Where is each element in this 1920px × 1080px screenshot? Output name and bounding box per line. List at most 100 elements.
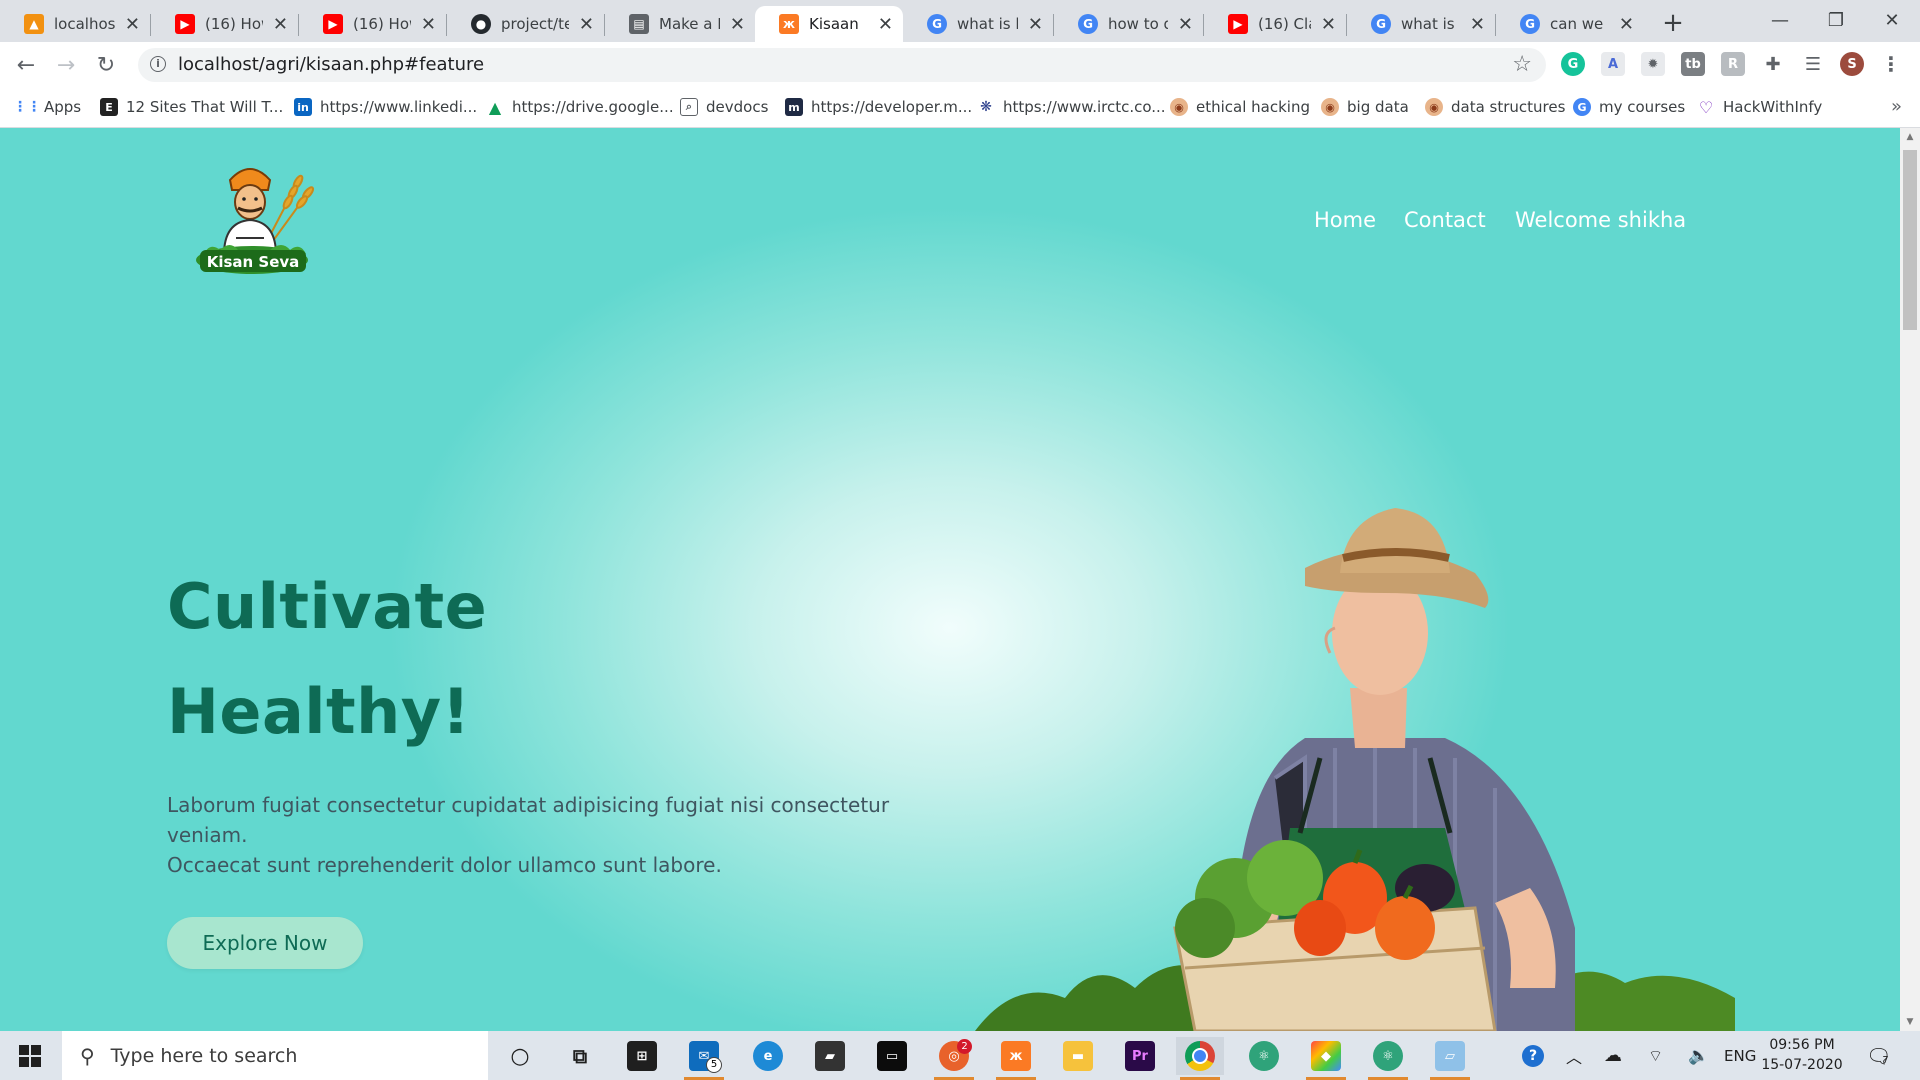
taskbar-mail[interactable]: ✉ 5	[680, 1037, 728, 1080]
bookmark-ethical-hacking[interactable]: ◉ ethical hacking	[1170, 88, 1310, 126]
close-icon[interactable]: ✕	[1470, 14, 1485, 35]
grammarly-icon[interactable]: G	[1561, 52, 1585, 76]
taskbar-xampp[interactable]: ж	[992, 1037, 1040, 1080]
bookmark-my-courses[interactable]: G my courses	[1573, 88, 1685, 126]
explore-now-button[interactable]: Explore Now	[167, 917, 363, 969]
bookmark-12-sites[interactable]: E 12 Sites That Will T...	[100, 88, 283, 126]
app-badge: 2	[957, 1039, 972, 1054]
close-icon[interactable]: ✕	[273, 14, 288, 35]
close-window-button[interactable]: ✕	[1864, 0, 1920, 40]
logo-text: Kisan Seva	[207, 253, 300, 271]
taskbar-atom-2[interactable]: ⚛	[1364, 1037, 1412, 1080]
tab-document[interactable]: ▤ Make a RE ✕	[605, 6, 755, 42]
taskbar-clock[interactable]: 09:56 PM 15-07-2020	[1760, 1035, 1844, 1075]
taskbar-whatsapp[interactable]: ◎ 2	[930, 1037, 978, 1080]
taskbar-file-explorer[interactable]: ▬	[1054, 1037, 1102, 1075]
info-icon[interactable]: i	[150, 56, 166, 72]
bookmark-drive[interactable]: ▲ https://drive.google...	[486, 88, 674, 126]
taskbar-edge[interactable]: e	[744, 1037, 792, 1075]
cortana-button[interactable]: ○	[496, 1037, 544, 1075]
google-drive-icon: ▲	[488, 97, 502, 117]
minimize-button[interactable]: —	[1752, 0, 1808, 40]
language-indicator[interactable]: ENG	[1724, 1031, 1756, 1080]
page-scrollbar[interactable]: ▲ ▼	[1900, 128, 1920, 1031]
bug-extension-icon[interactable]: ✹	[1641, 52, 1665, 76]
bookmark-devdocs[interactable]: ⌕ devdocs	[680, 88, 768, 126]
tab-google-1[interactable]: G what is ls ✕	[903, 6, 1053, 42]
r-extension-icon[interactable]: R	[1721, 52, 1745, 76]
nav-home[interactable]: Home	[1314, 208, 1376, 232]
task-view-button[interactable]: ⧉	[556, 1037, 604, 1075]
tab-label: localhost /	[54, 15, 115, 33]
bookmark-label: Apps	[44, 98, 82, 116]
tab-google-4[interactable]: G can we pu ✕	[1496, 6, 1644, 42]
taskbar-notepad[interactable]: ▱	[1426, 1037, 1474, 1080]
show-hidden-icons-chevron-icon[interactable]: ︿	[1566, 1031, 1582, 1080]
scroll-down-arrow-icon[interactable]: ▼	[1900, 1017, 1920, 1027]
address-bar[interactable]: i localhost/agri/kisaan.php#feature ☆	[138, 48, 1546, 82]
forward-button[interactable]: →	[50, 49, 82, 81]
taskbar-terminal[interactable]: ▭	[868, 1037, 916, 1075]
close-icon[interactable]: ✕	[125, 14, 140, 35]
taskbar-sticky-notes[interactable]: ▰	[806, 1037, 854, 1075]
close-icon[interactable]: ✕	[1321, 14, 1336, 35]
taskbar-atom-1[interactable]: ⚛	[1240, 1037, 1288, 1075]
menu-kebab-icon[interactable]: ⋮	[1879, 52, 1903, 76]
profile-avatar[interactable]: S	[1840, 52, 1864, 76]
nav-contact[interactable]: Contact	[1404, 208, 1486, 232]
tab-github[interactable]: ● project/te ✕	[447, 6, 604, 42]
tab-localhost[interactable]: ▲ localhost / ✕	[0, 6, 150, 42]
bookmark-irctc[interactable]: ❋ https://www.irctc.co...	[977, 88, 1165, 126]
folder-icon: ▬	[1063, 1041, 1093, 1071]
bookmark-label: data structures	[1451, 98, 1566, 116]
close-icon[interactable]: ✕	[421, 14, 436, 35]
restore-button[interactable]: ❐	[1808, 0, 1864, 40]
taskbar-color-app[interactable]: ◆	[1302, 1037, 1350, 1080]
taskbar-chrome[interactable]	[1176, 1037, 1224, 1080]
taskbar-search-box[interactable]: ⚲ Type here to search	[62, 1031, 488, 1080]
start-button[interactable]	[0, 1031, 60, 1080]
notification-center-button[interactable]: 🗨 7	[1866, 1031, 1891, 1080]
volume-icon[interactable]: 🔈	[1688, 1031, 1709, 1080]
more-bookmarks-chevron-icon[interactable]: »	[1891, 88, 1902, 126]
close-icon[interactable]: ✕	[878, 14, 893, 35]
translate-extension-icon[interactable]: A	[1601, 52, 1625, 76]
kisan-seva-logo[interactable]: Kisan Seva	[190, 150, 320, 280]
extensions-puzzle-icon[interactable]: ✚	[1761, 52, 1785, 76]
edge-icon: e	[753, 1041, 783, 1071]
nav-welcome-user[interactable]: Welcome shikha	[1515, 208, 1686, 232]
onedrive-cloud-icon[interactable]: ☁	[1604, 1031, 1622, 1080]
tab-label: (16) How t	[353, 15, 411, 33]
bookmark-mdn[interactable]: m https://developer.m...	[785, 88, 972, 126]
bookmark-star-icon[interactable]: ☆	[1512, 48, 1532, 82]
bookmark-big-data[interactable]: ◉ big data	[1321, 88, 1409, 126]
wifi-icon[interactable]: ⌔	[1648, 1031, 1663, 1080]
close-icon[interactable]: ✕	[579, 14, 594, 35]
tab-google-2[interactable]: G how to de ✕	[1054, 6, 1203, 42]
reload-button[interactable]: ↻	[90, 49, 122, 81]
tab-youtube-2[interactable]: ▶ (16) How t ✕	[299, 6, 446, 42]
taskbar-premiere[interactable]: Pr	[1116, 1037, 1164, 1075]
scrollbar-thumb[interactable]	[1903, 150, 1917, 330]
close-icon[interactable]: ✕	[1028, 14, 1043, 35]
tab-kisaan[interactable]: ж Kisaan ✕	[755, 6, 903, 42]
media-queue-icon[interactable]: ☰	[1801, 52, 1825, 76]
tab-youtube-3[interactable]: ▶ (16) Class ✕	[1204, 6, 1346, 42]
back-button[interactable]: ←	[10, 49, 42, 81]
scroll-up-arrow-icon[interactable]: ▲	[1900, 132, 1920, 142]
new-tab-button[interactable]: +	[1655, 6, 1691, 40]
url-text[interactable]: localhost/agri/kisaan.php#feature	[178, 48, 484, 82]
taskbar-store[interactable]: ⊞	[618, 1037, 666, 1075]
bookmark-apps[interactable]: ⋮⋮ Apps	[13, 88, 82, 126]
tb-extension-icon[interactable]: tb	[1681, 52, 1705, 76]
bookmark-linkedin[interactable]: in https://www.linkedi...	[294, 88, 477, 126]
close-icon[interactable]: ✕	[1619, 14, 1634, 35]
windows-logo-icon	[19, 1044, 41, 1067]
close-icon[interactable]: ✕	[1178, 14, 1193, 35]
bookmark-data-structures[interactable]: ◉ data structures	[1425, 88, 1565, 126]
close-icon[interactable]: ✕	[730, 14, 745, 35]
tab-google-3[interactable]: G what is inc ✕	[1347, 6, 1495, 42]
bookmark-hackwithinfy[interactable]: ♡ HackWithInfy	[1697, 88, 1822, 126]
help-icon[interactable]: ?	[1522, 1031, 1544, 1080]
tab-youtube-1[interactable]: ▶ (16) How t ✕	[151, 6, 298, 42]
